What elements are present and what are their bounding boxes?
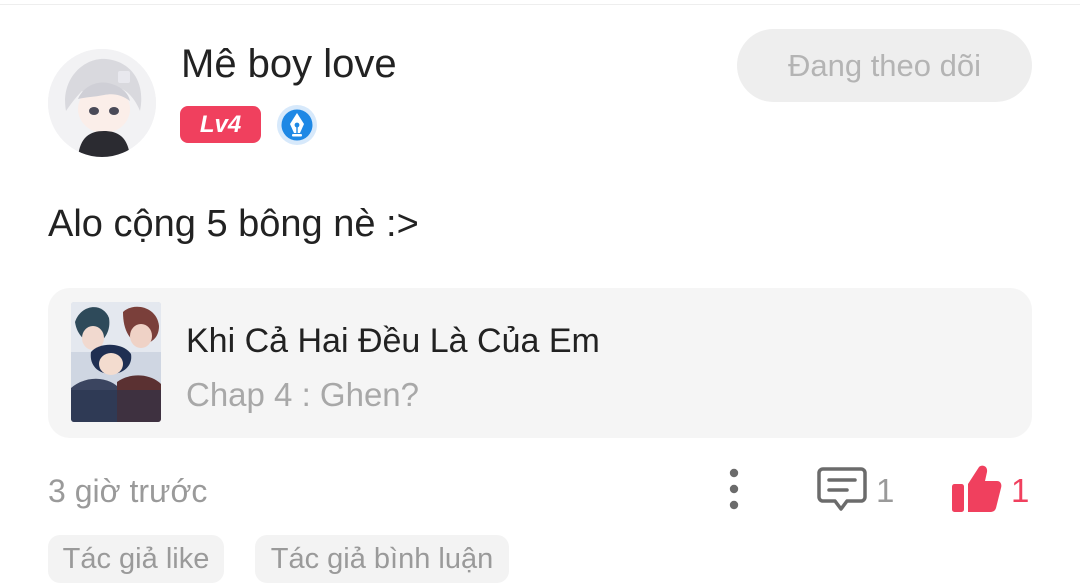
top-divider — [0, 4, 1080, 5]
like-count: 1 — [1011, 472, 1030, 509]
timestamp: 3 giờ trước — [48, 473, 208, 509]
story-title: Khi Cả Hai Đều Là Của Em — [186, 322, 600, 360]
comment-count: 1 — [876, 472, 895, 509]
pen-nib-badge-icon — [277, 105, 317, 145]
tag-author-comment: Tác giả bình luận — [255, 535, 509, 583]
avatar-image — [48, 49, 156, 157]
following-button[interactable]: Đang theo dõi — [737, 29, 1032, 102]
more-vertical-icon[interactable] — [722, 466, 746, 512]
chapter-name: Chap 4 : Ghen? — [186, 376, 419, 413]
avatar[interactable] — [48, 49, 156, 157]
thumbs-up-icon[interactable] — [950, 464, 1002, 514]
comment-text: Alo cộng 5 bông nè :> — [48, 203, 419, 245]
tag-author-like: Tác giả like — [48, 535, 224, 583]
chapter-card[interactable]: Khi Cả Hai Đều Là Của Em Chap 4 : Ghen? — [48, 288, 1032, 438]
story-cover — [71, 302, 161, 422]
level-badge: Lv4 — [180, 106, 261, 143]
comment-bubble-icon[interactable] — [817, 466, 867, 512]
username[interactable]: Mê boy love — [181, 42, 397, 87]
